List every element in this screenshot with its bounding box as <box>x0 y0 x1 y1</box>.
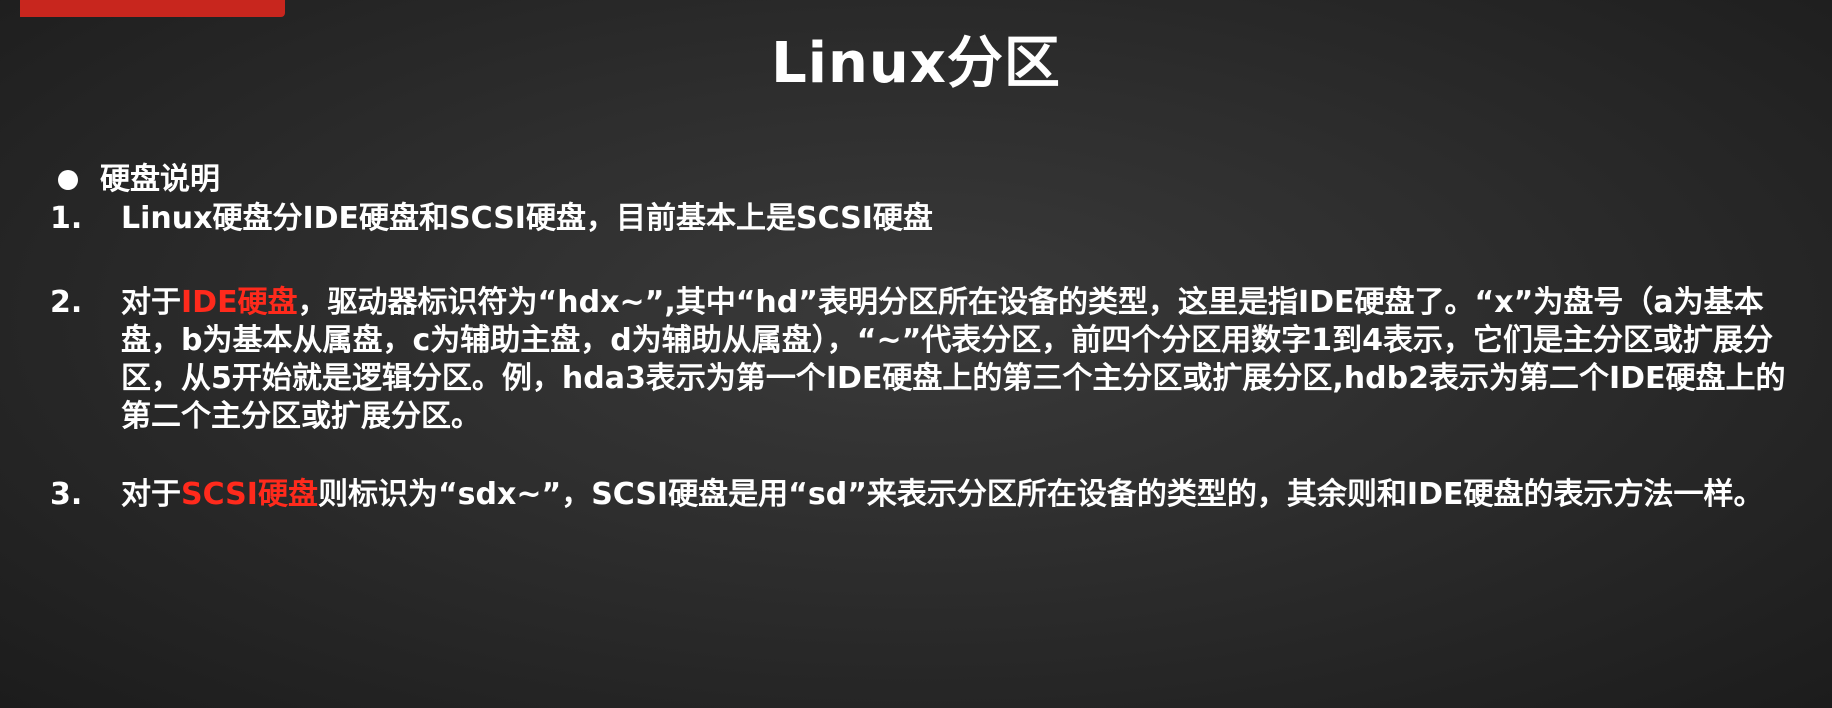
item-number: 2. <box>50 285 83 320</box>
slide-title: Linux分区 <box>771 31 1061 96</box>
slide: Linux分区 硬盘说明 1. Linux硬盘分IDE硬盘和SCSI硬盘，目前基… <box>0 0 1832 708</box>
bullet-dot-icon <box>58 170 78 190</box>
item-text: 对于SCSI硬盘则标识为“sdx~”，SCSI硬盘是用“sd”来表示分区所在设备… <box>121 476 1810 514</box>
item-prefix: 对于 <box>121 285 181 320</box>
highlight-scsi: SCSI硬盘 <box>181 477 318 512</box>
list-item-2: 2. 对于IDE硬盘，驱动器标识符为“hdx~”,其中“hd”表明分区所在设备的… <box>50 284 1810 436</box>
slide-content: 硬盘说明 1. Linux硬盘分IDE硬盘和SCSI硬盘，目前基本上是SCSI硬… <box>50 160 1810 514</box>
item-text: Linux硬盘分IDE硬盘和SCSI硬盘，目前基本上是SCSI硬盘 <box>121 201 933 236</box>
item-text: 对于IDE硬盘，驱动器标识符为“hdx~”,其中“hd”表明分区所在设备的类型，… <box>121 284 1810 436</box>
list-item-3: 3. 对于SCSI硬盘则标识为“sdx~”，SCSI硬盘是用“sd”来表示分区所… <box>50 476 1810 514</box>
item-number: 3. <box>50 477 83 512</box>
section-heading: 硬盘说明 <box>100 162 220 197</box>
highlight-ide: IDE硬盘 <box>181 285 298 320</box>
item-rest: 则标识为“sdx~”，SCSI硬盘是用“sd”来表示分区所在设备的类型的，其余则… <box>317 477 1764 512</box>
item-prefix: 对于 <box>121 477 181 512</box>
item-rest: ，驱动器标识符为“hdx~”,其中“hd”表明分区所在设备的类型，这里是指IDE… <box>121 285 1786 434</box>
item-number: 1. <box>50 201 83 236</box>
corner-tab <box>20 0 285 17</box>
section-heading-row: 硬盘说明 <box>50 160 1810 200</box>
list-item-1: 1. Linux硬盘分IDE硬盘和SCSI硬盘，目前基本上是SCSI硬盘 <box>50 200 1810 238</box>
